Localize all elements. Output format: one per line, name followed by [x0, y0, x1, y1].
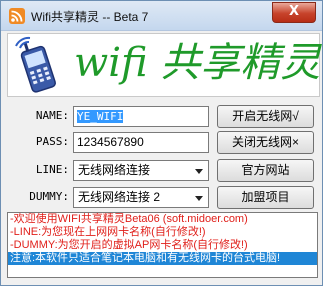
banner: wifi 共享精灵	[7, 33, 320, 97]
donate-button[interactable]: 加盟项目	[217, 186, 314, 209]
dummy-label: DUMMY:	[29, 190, 69, 203]
name-input-value: YE_WIFI	[77, 110, 124, 123]
name-label: NAME:	[35, 109, 69, 122]
stop-wifi-button[interactable]: 关闭无线网×	[217, 131, 314, 154]
close-button[interactable]: X	[272, 2, 316, 23]
info-line-notice: 注意:本软件只适合笔记本电脑和有无线网卡的台式电脑!	[8, 252, 317, 265]
window-title: Wifi共享精灵 -- Beta 7	[31, 10, 149, 24]
chevron-down-icon	[195, 169, 203, 174]
banner-title: wifi 共享精灵	[74, 40, 321, 86]
rss-icon	[9, 8, 25, 24]
line-label: LINE:	[35, 163, 69, 176]
info-line-line: -LINE:为您现在上网网卡名称(自行修改!)	[10, 226, 206, 238]
pass-input-value: 1234567890	[77, 135, 144, 149]
info-line-dummy: -DUMMY:为您开启的虚拟AP网卡名称(自行修改!)	[10, 239, 248, 251]
title-bar[interactable]: Wifi共享精灵 -- Beta 7 X	[1, 1, 322, 31]
name-input[interactable]: YE_WIFI	[73, 106, 209, 127]
website-button[interactable]: 官方网站	[217, 159, 314, 182]
start-wifi-button[interactable]: 开启无线网√	[217, 105, 314, 128]
dummy-select[interactable]: 无线网络连接 2	[73, 187, 209, 208]
dummy-select-value: 无线网络连接 2	[78, 190, 161, 204]
pass-input[interactable]: 1234567890	[73, 132, 209, 153]
info-line-welcome: -欢迎使用WIFI共享精灵Beta06 (soft.midoer.com)	[10, 213, 248, 225]
line-select-value: 无线网络连接	[78, 163, 151, 177]
app-window: Wifi共享精灵 -- Beta 7 X wifi 共享精灵 NAME: YE_…	[0, 0, 323, 286]
chevron-down-icon	[195, 196, 203, 201]
pass-label: PASS:	[35, 135, 69, 148]
line-select[interactable]: 无线网络连接	[73, 160, 209, 181]
info-log[interactable]: -欢迎使用WIFI共享精灵Beta06 (soft.midoer.com) -L…	[7, 212, 318, 278]
phone-wifi-icon	[15, 36, 56, 93]
